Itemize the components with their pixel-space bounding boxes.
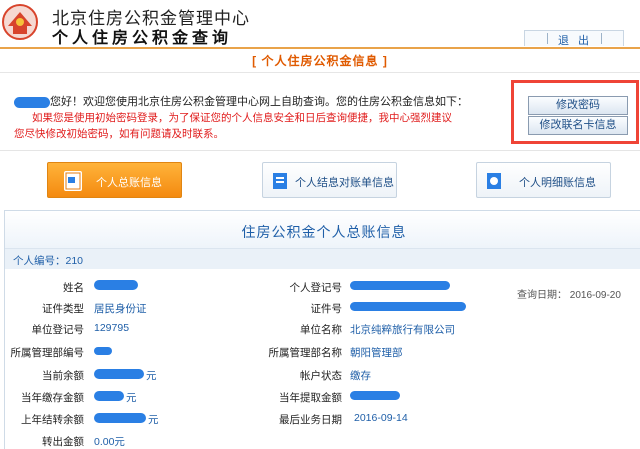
- personal-reg-no-label: 个人登记号: [289, 282, 343, 294]
- last-year-balance-unit: 元: [148, 414, 159, 426]
- unit-name-label: 单位名称: [300, 324, 342, 336]
- query-date: 查询日期： 2016-09-20: [517, 290, 621, 301]
- warning-line-2: 您尽快修改初始密码，如有问题请及时联系。: [14, 128, 224, 140]
- masked-year-deposit: [94, 391, 124, 401]
- tab-label: 个人结息对账单信息: [295, 177, 394, 189]
- transfer-out-value: 0.00元: [94, 436, 125, 448]
- year-deposit-label: 当年缴存金额: [21, 392, 84, 404]
- header-divider: [0, 47, 640, 49]
- panel-header: 住房公积金个人总账信息: [5, 211, 640, 249]
- current-balance-label: 当前余额: [42, 370, 84, 382]
- masked-current-balance: [94, 369, 144, 379]
- welcome-text: 您好！欢迎您使用北京住房公积金管理中心网上自助查询。您的住房公积金信息如下：: [50, 96, 468, 108]
- system-name: 个人住房公积金查询: [52, 28, 233, 47]
- document-icon: [64, 171, 82, 191]
- tab-label: 个人明细账信息: [519, 177, 596, 189]
- id-no-label: 证件号: [310, 303, 343, 315]
- divider: [0, 72, 640, 73]
- account-actions-highlight: 修改密码 修改联名卡信息: [511, 80, 639, 144]
- housing-fund-logo-icon: [2, 4, 38, 40]
- masked-name: [14, 96, 50, 108]
- year-withdraw-label: 当年提取金额: [279, 392, 342, 404]
- warning-line-1: 如果您是使用初始密码登录，为了保证您的个人信息安全和日后查询便捷，我中心强烈建议: [32, 112, 452, 124]
- panel-title: 住房公积金个人总账信息: [241, 224, 407, 240]
- masked-personal-reg-no: [350, 281, 450, 290]
- mgmt-dept-name-label: 所属管理部名称: [268, 347, 343, 359]
- id-type-value: 居民身份证: [94, 303, 147, 315]
- panel-subheader: 个人编号：210: [5, 249, 640, 269]
- header: 北京住房公积金管理中心 个人住房公积金查询 退 出: [0, 0, 640, 49]
- logout-link[interactable]: 退 出: [525, 32, 625, 48]
- mgmt-dept-name-value: 朝阳管理部: [350, 347, 403, 359]
- last-year-balance-label: 上年结转余额: [21, 414, 84, 426]
- name-label: 姓名: [63, 282, 84, 294]
- masked-id-no: [350, 302, 466, 311]
- id-type-label: 证件类型: [42, 303, 84, 315]
- account-number: 个人编号：210: [13, 255, 84, 267]
- separator: [601, 33, 602, 44]
- current-balance-unit: 元: [146, 370, 157, 382]
- details-icon: [485, 171, 503, 191]
- welcome-message: 您好！欢迎您使用北京住房公积金管理中心网上自助查询。您的住房公积金信息如下：: [14, 93, 468, 109]
- year-deposit-unit: 元: [126, 392, 137, 404]
- tab-account-summary[interactable]: 个人总账信息: [47, 162, 182, 198]
- unit-name-value: 北京纯粹旅行有限公司: [350, 324, 455, 336]
- last-business-date-label: 最后业务日期: [279, 414, 342, 426]
- unit-reg-no-label: 单位登记号: [31, 324, 85, 336]
- transfer-out-label: 转出金额: [42, 436, 84, 448]
- masked-name-value: [94, 280, 138, 290]
- section-title: [ 个人住房公积金信息 ]: [252, 54, 388, 68]
- change-password-button[interactable]: 修改密码: [528, 96, 628, 115]
- tab-account-details[interactable]: 个人明细账信息: [476, 162, 611, 198]
- masked-last-year-balance: [94, 413, 146, 423]
- logout-area: 退 出: [524, 30, 625, 48]
- last-business-date-value: 2016-09-14: [354, 412, 408, 424]
- divider: [0, 150, 640, 151]
- change-card-info-button[interactable]: 修改联名卡信息: [528, 116, 628, 135]
- account-status-value: 缴存: [350, 370, 371, 382]
- statement-icon: [271, 171, 289, 191]
- mgmt-dept-no-label: 所属管理部编号: [10, 347, 85, 359]
- account-status-label: 帐户状态: [300, 370, 342, 382]
- tab-interest-statement[interactable]: 个人结息对账单信息: [262, 162, 397, 198]
- tab-label: 个人总账信息: [96, 177, 162, 189]
- masked-mgmt-dept-no: [94, 347, 112, 355]
- unit-reg-no-value: 129795: [94, 322, 130, 334]
- masked-year-withdraw: [350, 391, 400, 400]
